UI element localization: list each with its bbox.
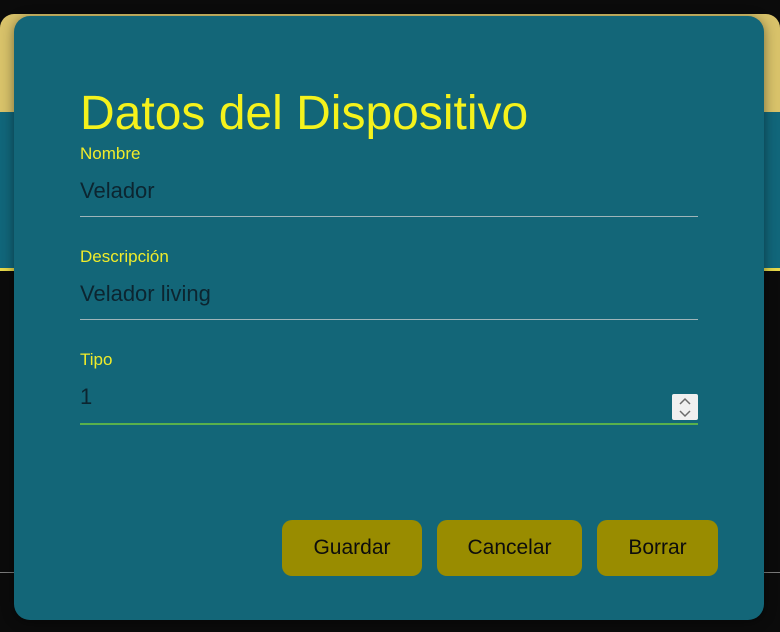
description-field: Descripción Velador living (80, 247, 698, 320)
type-label: Tipo (80, 350, 113, 369)
type-spinner (672, 394, 698, 420)
delete-button[interactable]: Borrar (597, 520, 718, 576)
device-data-dialog: Datos del Dispositivo Nombre Velador Des… (14, 16, 764, 620)
dialog-title: Datos del Dispositivo (80, 87, 529, 140)
type-field: Tipo 1 (80, 350, 698, 425)
chevron-down-icon[interactable] (672, 407, 698, 420)
name-field: Nombre Velador (80, 144, 698, 217)
cancel-button[interactable]: Cancelar (437, 520, 582, 576)
chevron-up-icon[interactable] (672, 394, 698, 407)
save-button[interactable]: Guardar (282, 520, 422, 576)
name-label: Nombre (80, 144, 141, 163)
description-label: Descripción (80, 247, 169, 266)
name-input[interactable]: Velador (80, 176, 698, 217)
type-number-input[interactable]: 1 (80, 382, 698, 425)
description-input[interactable]: Velador living (80, 279, 698, 320)
